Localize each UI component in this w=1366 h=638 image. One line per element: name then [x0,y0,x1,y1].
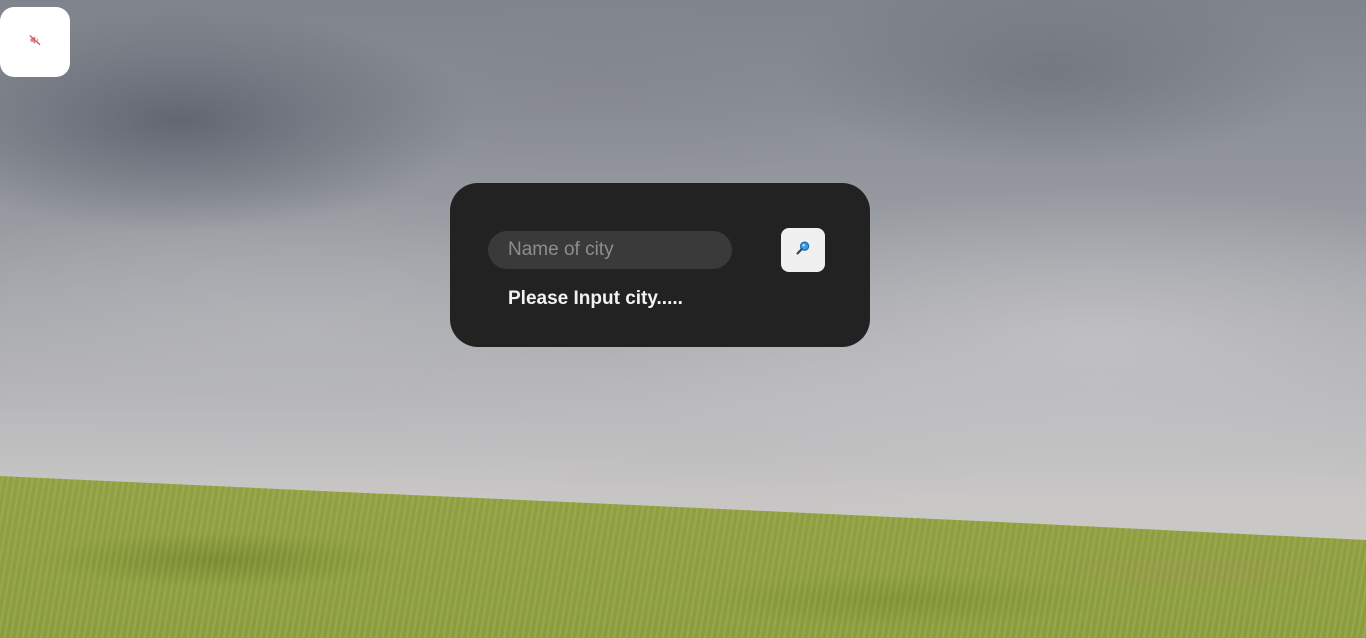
search-button[interactable] [781,228,825,272]
weather-card: Please Input city..... [450,183,870,347]
muted-speaker-icon [29,33,41,51]
weather-status-message: Please Input city..... [508,288,683,309]
mute-toggle-button[interactable] [0,7,70,77]
app-root: Please Input city..... [0,0,1366,638]
city-search-input[interactable] [488,231,732,269]
magnifier-icon [795,240,811,261]
